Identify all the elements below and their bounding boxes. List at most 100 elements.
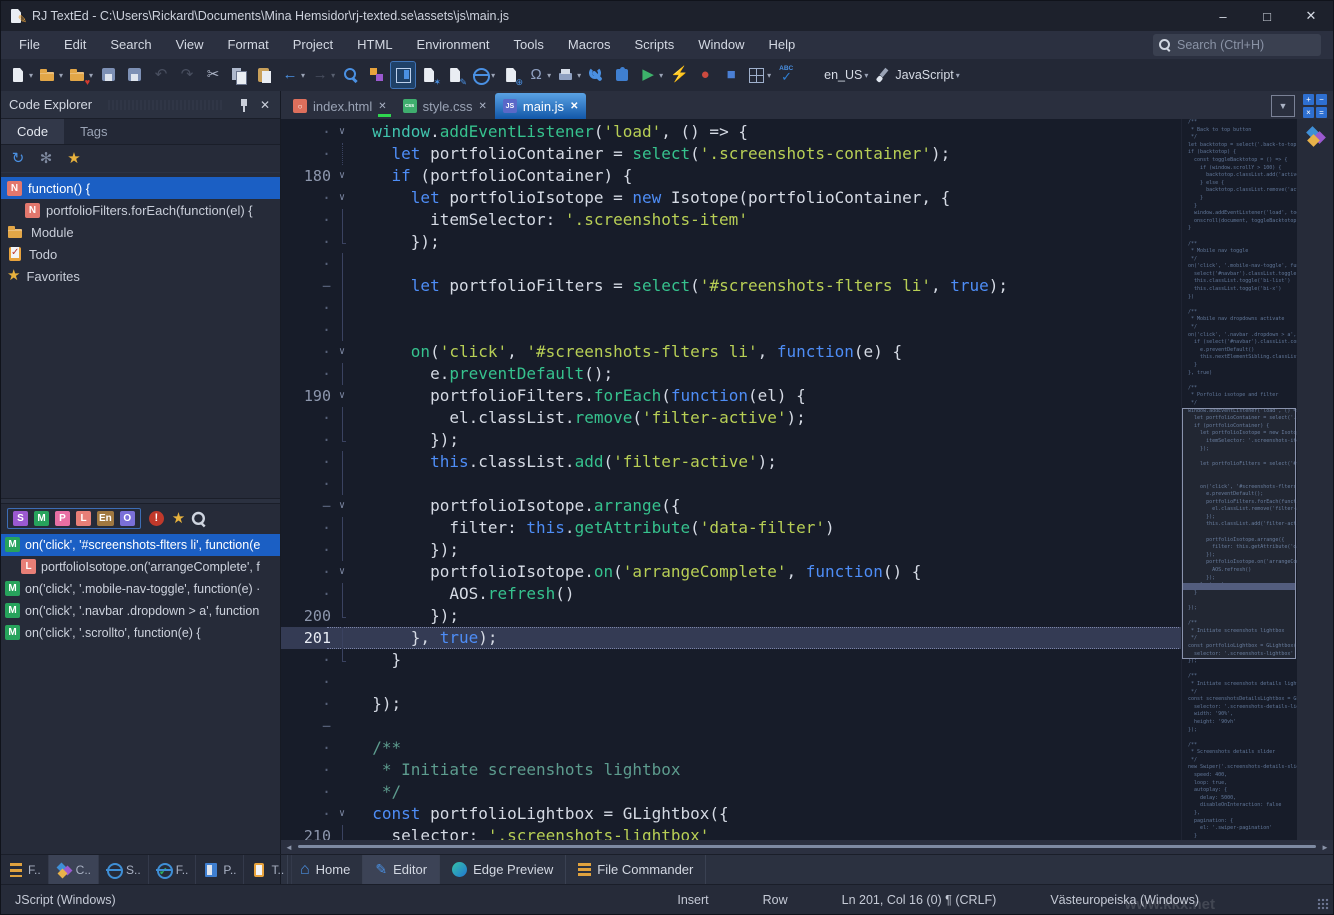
code-line[interactable]: ·	[281, 253, 1181, 275]
tree-item[interactable]: Nfunction() {	[1, 177, 280, 199]
dropdown-arrow-icon[interactable]: ▾	[491, 71, 495, 80]
fold-chevron-icon[interactable]: ∨	[331, 187, 353, 209]
paste-button[interactable]	[253, 62, 277, 88]
doc-preview-button[interactable]: ⊕	[499, 62, 523, 88]
code-line[interactable]: · this.classList.add('filter-active');	[281, 451, 1181, 473]
code-line[interactable]: ·∨ portfolioIsotope.on('arrangeComplete'…	[281, 561, 1181, 583]
bottom-tab-home[interactable]: ⌂Home	[287, 855, 363, 885]
menu-view[interactable]: View	[164, 31, 216, 59]
code-line[interactable]: · }	[281, 649, 1181, 671]
code-line[interactable]: ·∨ on('click', '#screenshots-flters li',…	[281, 341, 1181, 363]
code-line[interactable]: · filter: this.getAttribute('data-filter…	[281, 517, 1181, 539]
mini-tab-panels-doc[interactable]: P..	[196, 855, 244, 885]
explorer-tab-tags[interactable]: Tags	[64, 119, 123, 144]
open-folder-button[interactable]: ▾	[37, 62, 65, 88]
code-line[interactable]: · });	[281, 231, 1181, 253]
filter-badge-m[interactable]: M	[34, 511, 49, 526]
code-line[interactable]: ·	[281, 297, 1181, 319]
list-item[interactable]: Mon('click', '.navbar .dropdown > a', fu…	[1, 600, 280, 622]
filter-badge-l[interactable]: L	[76, 511, 91, 526]
fold-chevron-icon[interactable]: ∨	[331, 385, 353, 407]
code-line[interactable]: 180∨ if (portfolioContainer) {	[281, 165, 1181, 187]
redo-button[interactable]: ↷	[175, 62, 199, 88]
new-file-button[interactable]: ▾	[7, 62, 35, 88]
fold-chevron-icon[interactable]: ∨	[331, 561, 353, 583]
undo-button[interactable]: ↶	[149, 62, 173, 88]
list-item[interactable]: Mon('click', '.scrollto', function(e) {	[1, 622, 280, 644]
nav-back-button[interactable]: ←▾	[279, 62, 307, 88]
close-button[interactable]: ✕	[1289, 1, 1333, 31]
doc-script-button[interactable]: ✎	[443, 62, 467, 88]
menu-edit[interactable]: Edit	[52, 31, 98, 59]
maximize-button[interactable]: □	[1245, 1, 1289, 31]
stop-button[interactable]: ■	[719, 62, 743, 88]
panel-close-icon[interactable]: ✕	[258, 98, 272, 112]
refresh-icon[interactable]: ↻	[9, 150, 27, 168]
close-tab-icon[interactable]: ✕	[378, 101, 386, 112]
warnings-icon[interactable]: !	[149, 511, 164, 526]
code-line[interactable]: ·	[281, 473, 1181, 495]
nav-forward-button[interactable]: →▾	[309, 62, 337, 88]
dropdown-arrow-icon[interactable]: ▾	[659, 71, 663, 80]
settings-icon[interactable]: ✻	[37, 150, 55, 168]
dropdown-arrow-icon[interactable]: ▾	[864, 71, 868, 80]
code-line[interactable]: −	[281, 715, 1181, 737]
filter-badge-p[interactable]: P	[55, 511, 70, 526]
add-favorite-icon[interactable]: ★	[172, 511, 185, 527]
scroll-left-arrow[interactable]: ◄	[284, 843, 294, 852]
tree-item[interactable]: Todo	[1, 243, 280, 265]
code-line[interactable]: · itemSelector: '.screenshots-item'	[281, 209, 1181, 231]
dropdown-arrow-icon[interactable]: ▾	[59, 71, 63, 80]
doc-tab-main-js[interactable]: JSmain.js✕	[495, 93, 587, 119]
fold-chevron-icon[interactable]: ∨	[331, 803, 353, 825]
menu-macros[interactable]: Macros	[556, 31, 623, 59]
code-explorer-diamond-icon[interactable]	[1306, 127, 1324, 145]
browser-button[interactable]: ▾	[469, 62, 497, 88]
minimize-button[interactable]: –	[1201, 1, 1245, 31]
pin-icon[interactable]	[238, 98, 250, 112]
dropdown-arrow-icon[interactable]: ▾	[29, 71, 33, 80]
scroll-right-arrow[interactable]: ►	[1320, 843, 1330, 852]
addons-button[interactable]	[611, 62, 635, 88]
open-favorites-button[interactable]: ♥▾	[67, 62, 95, 88]
code-line[interactable]: · AOS.refresh()	[281, 583, 1181, 605]
doc-validate-button[interactable]: ✶	[417, 62, 441, 88]
code-line[interactable]: · */	[281, 781, 1181, 803]
spellcheck-button[interactable]	[775, 62, 799, 88]
tools-button[interactable]	[585, 62, 609, 88]
mini-tab-ftp-globe-check[interactable]: F..	[149, 855, 197, 885]
fold-chevron-icon[interactable]: ∨	[331, 341, 353, 363]
list-item[interactable]: Mon('click', '#screenshots-flters li', f…	[1, 534, 280, 556]
bottom-tab-edge-preview[interactable]: Edge Preview	[440, 855, 566, 885]
bottom-tab-editor[interactable]: ✎Editor	[363, 855, 440, 885]
list-item[interactable]: Mon('click', '.mobile-nav-toggle', funct…	[1, 578, 280, 600]
doc-tab-index-html[interactable]: ○index.html✕	[285, 93, 395, 119]
special-chars-button[interactable]: Ω▾	[525, 62, 553, 88]
code-line[interactable]: · });	[281, 693, 1181, 715]
filter-badge-o[interactable]: O	[120, 511, 135, 526]
dropdown-arrow-icon[interactable]: ▾	[767, 71, 771, 80]
code-line[interactable]: − let portfolioFilters = select('#screen…	[281, 275, 1181, 297]
filter-badge-s[interactable]: S	[13, 511, 28, 526]
add-favorite-icon[interactable]: ★	[65, 150, 83, 168]
code-line[interactable]: · e.preventDefault();	[281, 363, 1181, 385]
fold-chevron-icon[interactable]: ∨	[331, 495, 353, 517]
explorer-tab-code[interactable]: Code	[1, 119, 64, 144]
code-line[interactable]: ·∨ let portfolioIsotope = new Isotope(po…	[281, 187, 1181, 209]
cut-button[interactable]: ✂	[201, 62, 225, 88]
search-icon[interactable]	[192, 511, 206, 525]
code-line[interactable]: · let portfolioContainer = select('.scre…	[281, 143, 1181, 165]
code-line[interactable]: ·	[281, 671, 1181, 693]
close-tab-icon[interactable]: ✕	[570, 101, 578, 112]
code-line[interactable]: 201 }, true);	[281, 627, 1181, 649]
code-line[interactable]: ·∨ window.addEventListener('load', () =>…	[281, 121, 1181, 143]
code-editor[interactable]: ·∨ window.addEventListener('load', () =>…	[281, 119, 1181, 840]
resize-grip[interactable]	[1317, 898, 1329, 910]
find-button[interactable]	[339, 62, 363, 88]
dropdown-arrow-icon[interactable]: ▾	[331, 71, 335, 80]
language-button[interactable]: en_US▾	[801, 62, 870, 88]
menu-environment[interactable]: Environment	[405, 31, 502, 59]
copy-button[interactable]	[227, 62, 251, 88]
dropdown-arrow-icon[interactable]: ▾	[956, 71, 960, 80]
code-line[interactable]: · });	[281, 429, 1181, 451]
